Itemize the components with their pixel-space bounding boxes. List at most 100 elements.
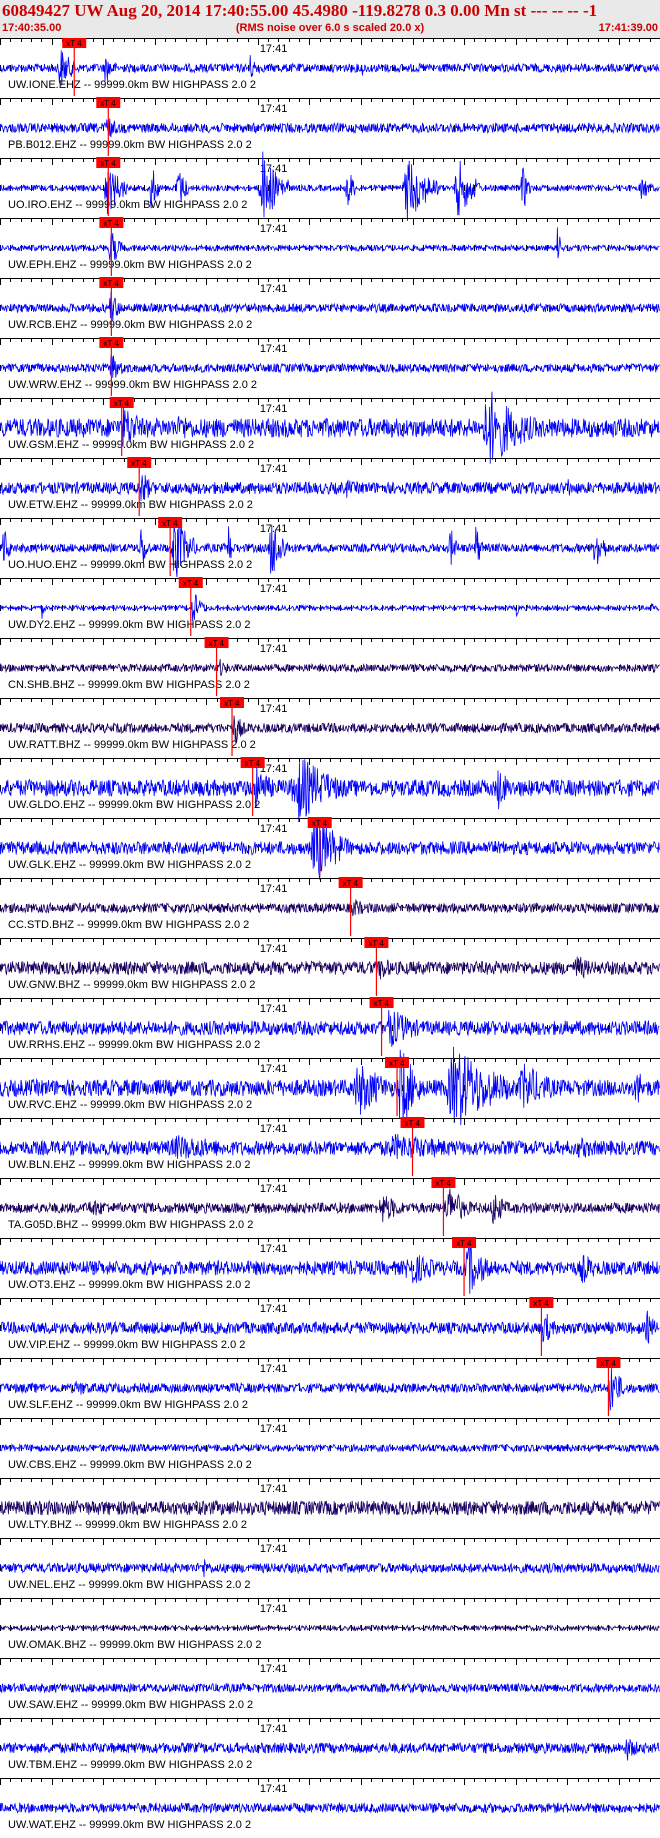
minute-label: 17:41 <box>260 1423 288 1435</box>
pick-label: xT 4 <box>533 1299 549 1308</box>
channel-label: UW.CBS.EHZ -- 99999.0km BW HIGHPASS 2.0 … <box>8 1459 252 1471</box>
waveform-trace <box>0 1443 660 1454</box>
waveform-trace <box>0 227 660 261</box>
pick-label: xT 4 <box>389 1059 405 1068</box>
pick-label: xT 4 <box>103 279 119 288</box>
minute-label: 17:41 <box>260 1003 288 1015</box>
waveform-trace <box>0 1559 660 1578</box>
event-title: 60849427 UW Aug 20, 2014 17:40:55.00 45.… <box>2 1 598 20</box>
minute-label: 17:41 <box>260 643 288 655</box>
channel-label: UW.OT3.EHZ -- 99999.0km BW HIGHPASS 2.0 … <box>8 1279 250 1291</box>
channel-label: UW.RVC.EHZ -- 99999.0km BW HIGHPASS 2.0 … <box>8 1099 252 1111</box>
pick-label: xT 4 <box>162 519 178 528</box>
minute-label: 17:41 <box>260 1303 288 1315</box>
channel-label: UW.RRHS.EHZ -- 99999.0km BW HIGHPASS 2.0… <box>8 1039 260 1051</box>
time-ticks <box>0 1598 660 1631</box>
minute-label: 17:41 <box>260 1783 288 1795</box>
channel-label: UW.ETW.EHZ -- 99999.0km BW HIGHPASS 2.0 … <box>8 499 253 511</box>
waveform-trace <box>0 1133 660 1160</box>
seismogram-header: 60849427 UW Aug 20, 2014 17:40:55.00 45.… <box>0 0 660 38</box>
pick-label: xT 4 <box>103 219 119 228</box>
pick-label: xT 4 <box>100 159 116 168</box>
waveform-trace <box>0 1624 660 1632</box>
pick-label: xT 4 <box>103 339 119 348</box>
channel-label: UW.DY2.EHZ -- 99999.0km BW HIGHPASS 2.0 … <box>8 619 250 631</box>
minute-label: 17:41 <box>260 1603 288 1615</box>
pick-label: xT 4 <box>114 399 130 408</box>
minute-label: 17:41 <box>260 103 288 115</box>
waveform-trace <box>0 292 660 321</box>
minute-label: 17:41 <box>260 1123 288 1135</box>
minute-label: 17:41 <box>260 583 288 595</box>
minute-label: 17:41 <box>260 1723 288 1735</box>
time-ticks <box>0 458 660 491</box>
channel-label: UW.GSM.EHZ -- 99999.0km BW HIGHPASS 2.0 … <box>8 439 254 451</box>
channel-label: CN.SHB.BHZ -- 99999.0km BW HIGHPASS 2.0 … <box>8 679 250 691</box>
channel-label: UW.WAT.EHZ -- 99999.0km BW HIGHPASS 2.0 … <box>8 1819 251 1831</box>
waveform-trace <box>0 759 660 823</box>
pick-label: xT 4 <box>368 939 384 948</box>
pick-label: xT 4 <box>343 879 359 888</box>
minute-label: 17:41 <box>260 1663 288 1675</box>
waveform-trace <box>0 355 660 378</box>
pick-label: xT 4 <box>100 99 116 108</box>
channel-label: UW.GLDO.EHZ -- 99999.0km BW HIGHPASS 2.0… <box>8 799 260 811</box>
minute-label: 17:41 <box>260 43 288 55</box>
pick-label: xT 4 <box>245 759 261 768</box>
channel-label: UW.GNW.BHZ -- 99999.0km BW HIGHPASS 2.0 … <box>8 979 255 991</box>
waveform-trace <box>0 391 660 464</box>
minute-label: 17:41 <box>260 1543 288 1555</box>
end-time-label: 17:41:39.00 <box>598 22 658 34</box>
channel-label: CC.STD.BHZ -- 99999.0km BW HIGHPASS 2.0 … <box>8 919 249 931</box>
pick-label: xT 4 <box>600 1359 616 1368</box>
pick-label: xT 4 <box>435 1179 451 1188</box>
pick-label: xT 4 <box>209 639 225 648</box>
pick-label: xT 4 <box>405 1119 421 1128</box>
channel-label: UW.SAW.EHZ -- 99999.0km BW HIGHPASS 2.0 … <box>8 1699 253 1711</box>
channel-label: UW.LTY.BHZ -- 99999.0km BW HIGHPASS 2.0 … <box>8 1519 247 1531</box>
waveform-trace <box>0 1739 660 1761</box>
minute-label: 17:41 <box>260 883 288 895</box>
minute-label: 17:41 <box>260 523 288 535</box>
time-ticks <box>0 1178 660 1211</box>
pick-label: xT 4 <box>456 1239 472 1248</box>
waveform-trace <box>0 899 660 917</box>
pick-label: xT 4 <box>66 39 82 48</box>
minute-label: 17:41 <box>260 703 288 715</box>
channel-label: UO.IRO.EHZ -- 99999.0km BW HIGHPASS 2.0 … <box>8 199 247 211</box>
minute-label: 17:41 <box>260 823 288 835</box>
waveform-trace <box>0 118 660 138</box>
minute-label: 17:41 <box>260 1483 288 1495</box>
waveform-trace <box>0 594 660 621</box>
pick-label: xT 4 <box>374 999 390 1008</box>
minute-label: 17:41 <box>260 403 288 415</box>
waveform-trace <box>0 1682 660 1694</box>
channel-label: UW.IONE.EHZ -- 99999.0km BW HIGHPASS 2.0… <box>8 79 256 91</box>
channel-label: UW.RCB.EHZ -- 99999.0km BW HIGHPASS 2.0 … <box>8 319 252 331</box>
channel-label: UW.VIP.EHZ -- 99999.0km BW HIGHPASS 2.0 … <box>8 1339 245 1351</box>
minute-label: 17:41 <box>260 343 288 355</box>
pick-label: xT 4 <box>224 699 240 708</box>
channel-label: UW.OMAK.BHZ -- 99999.0km BW HIGHPASS 2.0… <box>8 1639 261 1651</box>
minute-label: 17:41 <box>260 223 288 235</box>
minute-label: 17:41 <box>260 1363 288 1375</box>
waveform-trace <box>0 956 660 980</box>
channel-label: UW.NEL.EHZ -- 99999.0km BW HIGHPASS 2.0 … <box>8 1579 250 1591</box>
channel-label: UW.GLK.EHZ -- 99999.0km BW HIGHPASS 2.0 … <box>8 859 251 871</box>
pick-label: xT 4 <box>312 819 328 828</box>
channel-label: UW.BLN.EHZ -- 99999.0km BW HIGHPASS 2.0 … <box>8 1159 250 1171</box>
channel-label: UW.TBM.EHZ -- 99999.0km BW HIGHPASS 2.0 … <box>8 1759 252 1771</box>
minute-label: 17:41 <box>260 463 288 475</box>
waveform-trace <box>0 658 660 676</box>
channel-label: UO.HUO.EHZ -- 99999.0km BW HIGHPASS 2.0 … <box>8 559 252 571</box>
channel-label: PB.B012.EHZ -- 99999.0km BW HIGHPASS 2.0… <box>8 139 252 151</box>
channel-label: UW.RATT.BHZ -- 99999.0km BW HIGHPASS 2.0… <box>8 739 256 751</box>
minute-label: 17:41 <box>260 283 288 295</box>
pick-label: xT 4 <box>183 579 199 588</box>
channel-label: TA.G05D.BHZ -- 99999.0km BW HIGHPASS 2.0… <box>8 1219 253 1231</box>
channel-label: UW.WRW.EHZ -- 99999.0km BW HIGHPASS 2.0 … <box>8 379 257 391</box>
pick-label: xT 4 <box>131 459 147 468</box>
seismogram-plot: 17:41 UW.IONE.EHZ -- 99999.0km BW HIGHPAS… <box>0 38 660 1831</box>
minute-label: 17:41 <box>260 1243 288 1255</box>
minute-label: 17:41 <box>260 1063 288 1075</box>
